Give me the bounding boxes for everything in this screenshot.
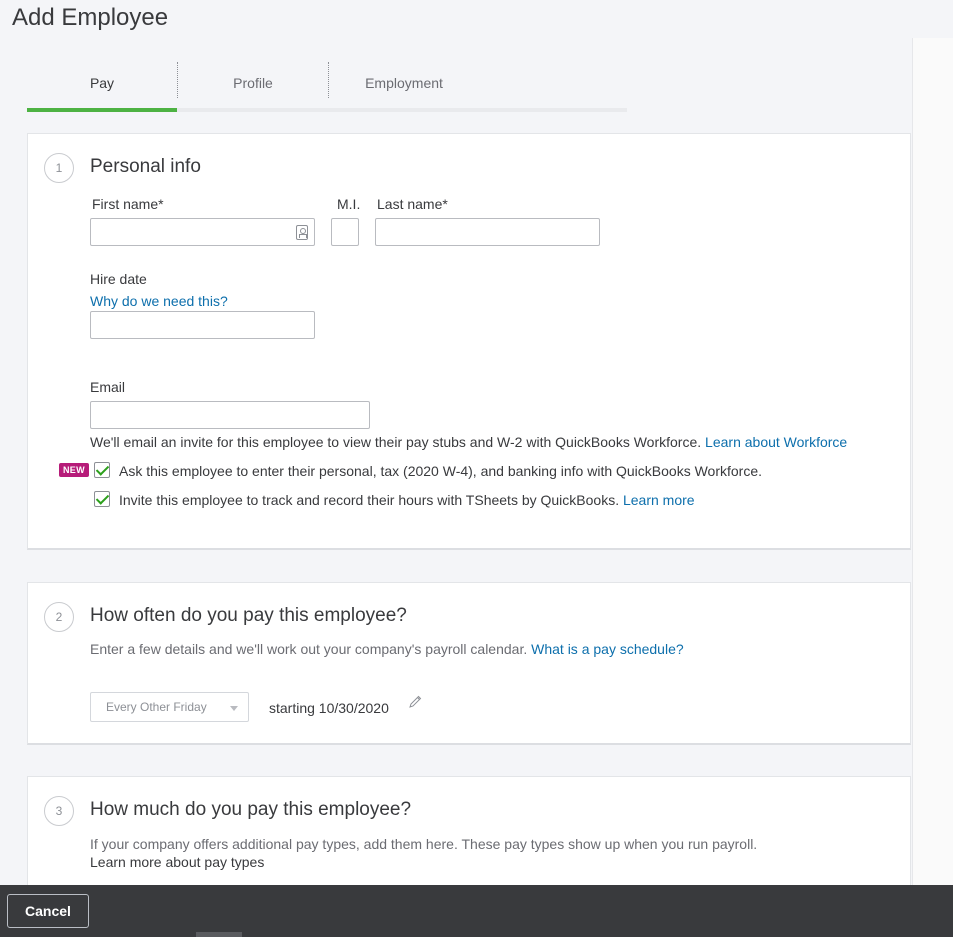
workforce-info-checkbox[interactable] [94, 462, 110, 478]
section-title: Personal info [90, 156, 201, 177]
pay-types-desc: If your company offers additional pay ty… [90, 836, 758, 852]
first-name-field[interactable] [90, 218, 315, 246]
workforce-info-label: Ask this employee to enter their persona… [119, 463, 763, 479]
tsheets-row: Invite this employee to track and record… [119, 492, 695, 508]
pencil-icon[interactable] [407, 694, 423, 710]
middle-initial-field[interactable] [331, 218, 359, 246]
scroll-handle[interactable] [196, 932, 242, 937]
why-need-link[interactable]: Why do we need this? [90, 293, 228, 309]
new-badge: NEW [59, 463, 89, 477]
learn-more-link[interactable]: Learn more [623, 492, 695, 508]
section-title: How often do you pay this employee? [90, 605, 407, 626]
last-name-field[interactable] [375, 218, 600, 246]
last-name-label: Last name* [377, 196, 448, 212]
hire-date-field[interactable] [90, 311, 315, 339]
step-number: 2 [44, 602, 74, 632]
contact-card-icon[interactable] [296, 225, 308, 240]
tsheets-label: Invite this employee to track and record… [119, 492, 620, 508]
right-panel-strip [912, 38, 953, 888]
step-number: 1 [44, 153, 74, 183]
learn-about-workforce-link[interactable]: Learn about Workforce [705, 434, 847, 450]
first-name-label: First name* [92, 196, 164, 212]
section-title: How much do you pay this employee? [90, 799, 412, 820]
starting-date-text: starting 10/30/2020 [269, 700, 389, 716]
email-label: Email [90, 379, 126, 395]
tab-bar: Pay Profile Employment [27, 58, 627, 114]
chevron-down-icon [230, 706, 238, 711]
page-title: Add Employee [12, 4, 169, 31]
pay-schedule-desc: Enter a few details and we'll work out y… [90, 641, 684, 657]
footer-bar: Cancel [0, 885, 953, 937]
desc-text: Enter a few details and we'll work out y… [90, 641, 528, 657]
tab-profile[interactable]: Profile [178, 58, 328, 108]
learn-more-pay-types-link[interactable]: Learn more about pay types [90, 854, 264, 870]
step-number: 3 [44, 796, 74, 826]
pay-schedule-card: 2 How often do you pay this employee? En… [27, 582, 911, 745]
what-is-pay-schedule-link[interactable]: What is a pay schedule? [531, 641, 684, 657]
personal-info-card: 1 Personal info First name* M.I. Last na… [27, 133, 911, 550]
pay-schedule-select[interactable]: Every Other Friday [90, 692, 249, 722]
pay-schedule-value: Every Other Friday [106, 700, 207, 714]
tab-employment[interactable]: Employment [329, 58, 479, 108]
tab-pay[interactable]: Pay [27, 58, 177, 112]
mi-label: M.I. [337, 196, 361, 212]
email-note: We'll email an invite for this employee … [90, 434, 847, 450]
email-field[interactable] [90, 401, 370, 429]
tsheets-checkbox[interactable] [94, 491, 110, 507]
email-note-text: We'll email an invite for this employee … [90, 434, 702, 450]
hire-date-label: Hire date [90, 271, 147, 287]
cancel-button[interactable]: Cancel [7, 894, 89, 928]
